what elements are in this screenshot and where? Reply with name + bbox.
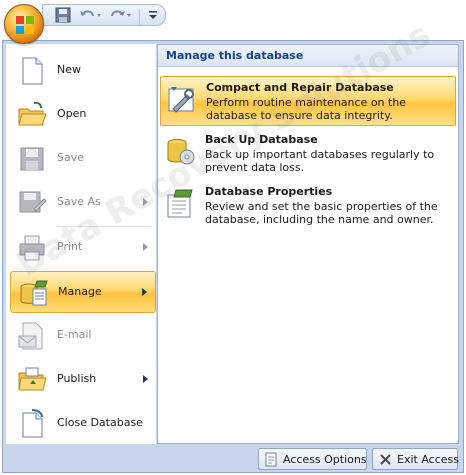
menu-item-label: Save: [57, 151, 85, 164]
printer-icon: [19, 235, 45, 261]
database-properties-item[interactable]: Database Properties Review and set the b…: [160, 181, 456, 231]
open-folder-icon: [18, 101, 47, 126]
email-icon: [18, 322, 43, 350]
menu-item-label: Publish: [57, 372, 97, 385]
menu-item-manage[interactable]: Manage: [10, 271, 156, 313]
command-list: New Open Save Save As Print Manage E-mai…: [6, 44, 157, 444]
save-icon[interactable]: [53, 7, 75, 24]
options-document-icon: [265, 452, 277, 467]
menu-item-new[interactable]: New: [10, 50, 156, 92]
menu-footer: Access Options Exit Access: [3, 446, 463, 473]
toolbar-divider: [139, 9, 140, 25]
compact-repair-database-item[interactable]: Compact and Repair Database Perform rout…: [160, 76, 456, 126]
new-document-icon: [22, 57, 43, 85]
menu-item-label: Manage: [58, 285, 102, 298]
menu-item-publish[interactable]: Publish: [10, 359, 156, 401]
menu-item-label: Print: [57, 240, 83, 253]
quick-access-toolbar: [0, 0, 466, 44]
submenu-item-title: Compact and Repair Database: [206, 81, 394, 94]
submenu-arrow-icon: [142, 288, 147, 296]
office-button-icon: [16, 16, 34, 34]
menu-item-label: Open: [57, 107, 87, 120]
exit-access-button[interactable]: Exit Access: [372, 448, 459, 470]
menu-item-save-as[interactable]: Save As: [10, 182, 156, 224]
backup-database-icon: [167, 139, 195, 165]
compact-repair-icon: [168, 87, 194, 113]
manage-database-icon: [20, 280, 48, 306]
menu-item-email[interactable]: E-mail: [10, 315, 156, 357]
redo-icon[interactable]: [107, 7, 131, 24]
database-properties-icon: [167, 189, 193, 218]
office-menu: New Open Save Save As Print Manage E-mai…: [2, 40, 464, 473]
submenu-item-title: Database Properties: [205, 185, 333, 198]
access-options-button[interactable]: Access Options: [258, 448, 367, 470]
menu-item-open[interactable]: Open: [10, 94, 156, 136]
menu-item-label: Close Database: [57, 416, 143, 429]
close-icon: [380, 454, 391, 465]
submenu-header: Manage this database: [158, 45, 458, 67]
back-up-database-item[interactable]: Back Up Database Back up important datab…: [160, 129, 456, 179]
menu-item-close-database[interactable]: Close Database: [10, 403, 156, 445]
menu-item-label: Save As: [57, 195, 101, 208]
menu-item-label: E-mail: [57, 328, 92, 341]
menu-item-print[interactable]: Print: [10, 227, 156, 269]
submenu-arrow-icon: [143, 375, 148, 383]
save-icon: [20, 147, 44, 171]
submenu-arrow-icon: [143, 243, 148, 251]
menu-item-label: New: [57, 63, 81, 76]
save-as-icon: [19, 191, 47, 213]
submenu-item-description: Back up important databases regularly to…: [205, 148, 435, 174]
customize-icon[interactable]: [143, 7, 165, 24]
office-button[interactable]: [4, 4, 44, 44]
quick-access-bar: [42, 4, 166, 26]
submenu-item-description: Review and set the basic properties of t…: [205, 200, 438, 226]
submenu-item-description: Perform routine maintenance on the datab…: [206, 96, 407, 122]
submenu-item-title: Back Up Database: [205, 133, 318, 146]
submenu-arrow-icon: [143, 198, 148, 206]
publish-folder-icon: [18, 367, 47, 391]
close-database-icon: [22, 409, 43, 438]
menu-item-save[interactable]: Save: [10, 138, 156, 180]
undo-icon[interactable]: [77, 7, 101, 24]
access-options-label: Access Options: [283, 453, 367, 466]
manage-submenu: Manage this database Compact and Repair …: [157, 44, 459, 444]
exit-access-label: Exit Access: [397, 453, 459, 466]
